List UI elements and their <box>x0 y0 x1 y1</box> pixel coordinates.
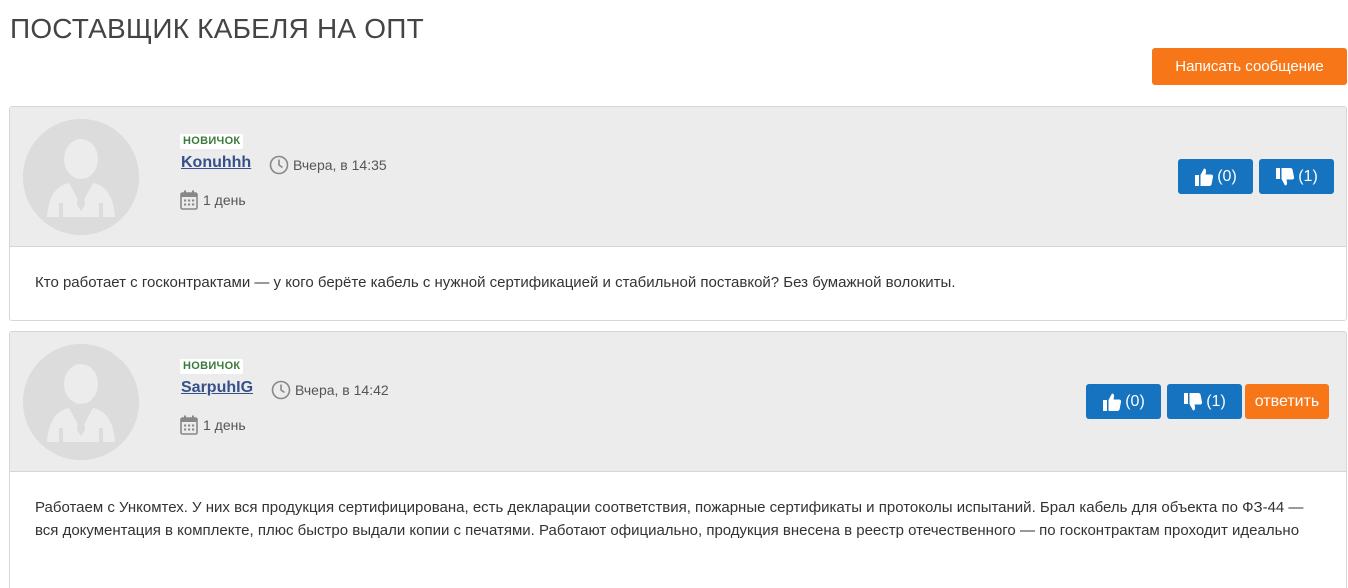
post-time: Вчера, в 14:42 <box>271 380 389 400</box>
reply-button[interactable]: ответить <box>1245 384 1329 419</box>
username-link[interactable]: Konuhhh <box>181 154 251 172</box>
post: НОВИЧОК SarpuhIG Вчера, в 14:42 1 день (… <box>9 331 1347 588</box>
post-header: НОВИЧОК SarpuhIG Вчера, в 14:42 1 день (… <box>10 332 1346 472</box>
calendar-icon <box>180 190 198 210</box>
thumbs-down-icon <box>1184 392 1203 410</box>
post-text: Работаем с Ункомтех. У них вся продукция… <box>35 499 1304 539</box>
user-silhouette-icon <box>23 344 139 460</box>
dislike-button[interactable]: (1) <box>1167 384 1242 419</box>
membership-duration: 1 день <box>180 190 246 210</box>
post-time: Вчера, в 14:35 <box>269 155 387 175</box>
like-button[interactable]: (0) <box>1086 384 1161 419</box>
user-silhouette-icon <box>23 119 139 235</box>
dislike-count: (1) <box>1298 167 1318 185</box>
thumbs-down-icon <box>1276 167 1295 185</box>
avatar[interactable] <box>23 119 139 235</box>
membership-text: 1 день <box>203 417 246 433</box>
page-title: ПОСТАВЩИК КАБЕЛЯ НА ОПТ <box>10 13 424 44</box>
clock-icon <box>271 380 291 400</box>
post-header: НОВИЧОК Konuhhh Вчера, в 14:35 1 день (0… <box>10 107 1346 247</box>
rank-badge: НОВИЧОК <box>180 134 244 149</box>
avatar[interactable] <box>23 344 139 460</box>
calendar-icon <box>180 415 198 435</box>
username-link[interactable]: SarpuhIG <box>181 379 253 397</box>
post: НОВИЧОК Konuhhh Вчера, в 14:35 1 день (0… <box>9 106 1347 321</box>
post-text: Кто работает с госконтрактами — у кого б… <box>35 274 956 291</box>
thumbs-up-icon <box>1195 168 1214 186</box>
thumbs-up-icon <box>1103 393 1122 411</box>
time-text: Вчера, в 14:42 <box>295 382 389 398</box>
membership-text: 1 день <box>203 192 246 208</box>
rank-badge: НОВИЧОК <box>180 359 244 374</box>
write-message-button[interactable]: Написать сообщение <box>1152 48 1347 85</box>
clock-icon <box>269 155 289 175</box>
dislike-button[interactable]: (1) <box>1259 159 1334 194</box>
membership-duration: 1 день <box>180 415 246 435</box>
like-button[interactable]: (0) <box>1178 159 1253 194</box>
dislike-count: (1) <box>1206 392 1226 410</box>
time-text: Вчера, в 14:35 <box>293 157 387 173</box>
like-count: (0) <box>1217 167 1237 185</box>
like-count: (0) <box>1125 392 1145 410</box>
